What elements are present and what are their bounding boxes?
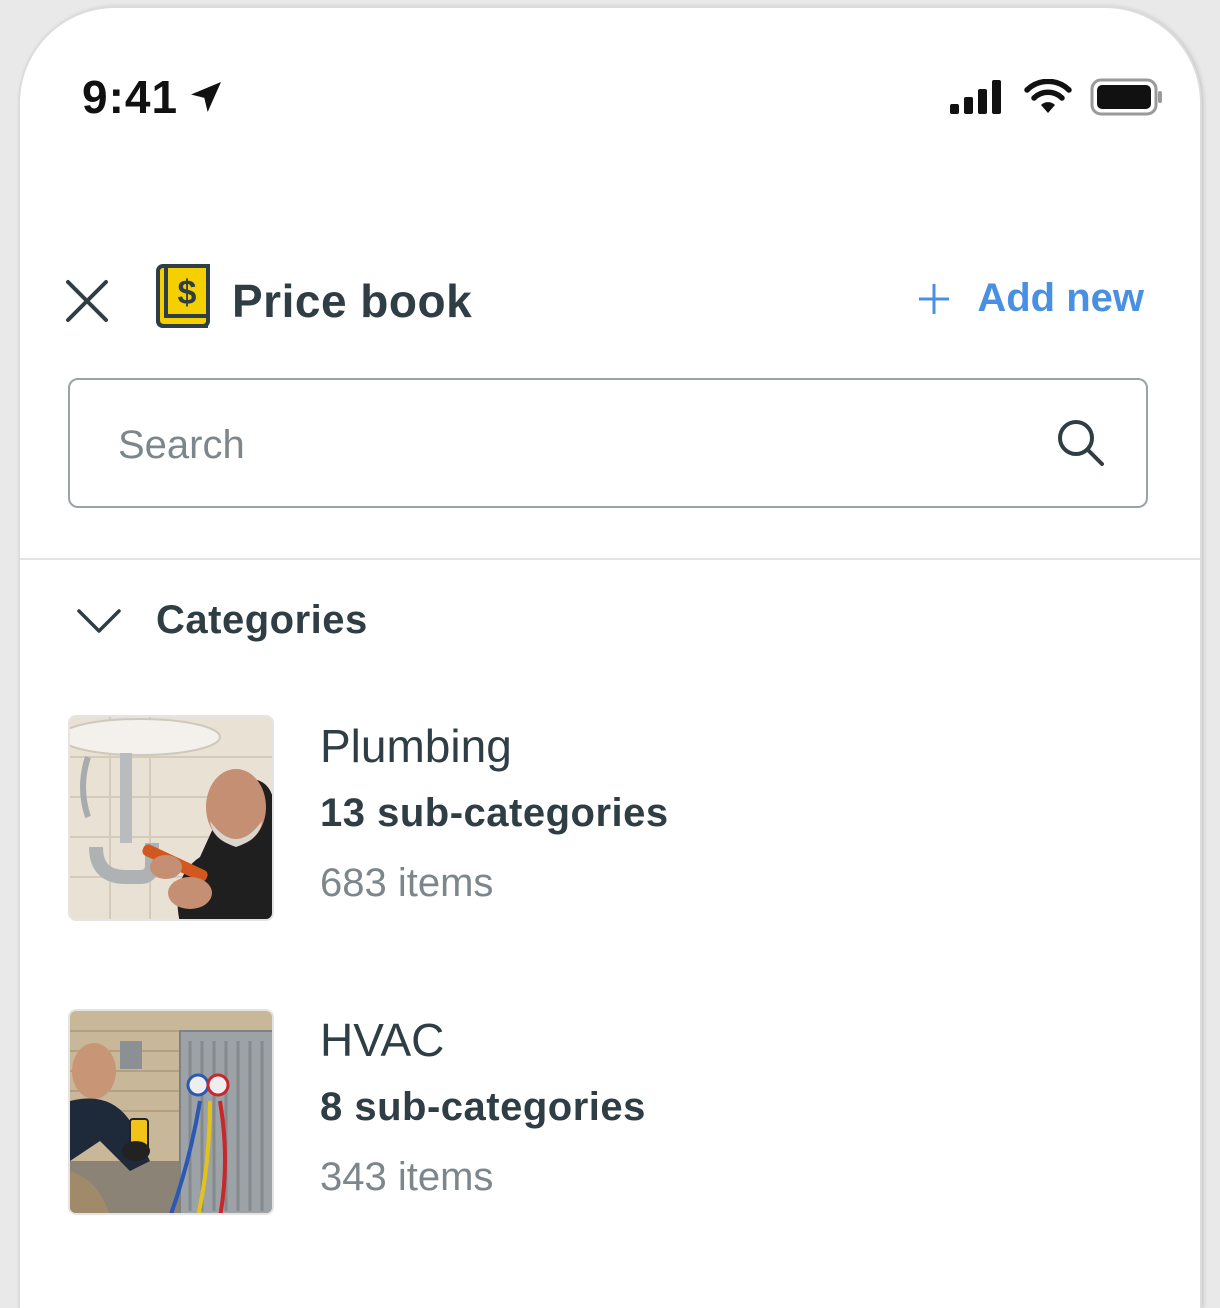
header-bar: $ Price book Add new [20,258,1200,348]
price-book-icon: $ [156,264,210,328]
category-name: HVAC [320,1014,445,1066]
category-item-count: 343 items [320,1155,494,1199]
battery-icon [1090,78,1162,116]
search-box [68,378,1148,508]
categories-label: Categories [156,598,368,642]
chevron-down-icon [77,608,121,633]
plus-icon [919,283,950,314]
category-subcategories: 13 sub-categories [320,791,669,835]
close-button[interactable] [64,278,110,324]
phone-screen: 9:41 $ Price book Add new Search Categor… [20,8,1200,1308]
status-icons [950,78,1164,116]
divider [20,558,1200,560]
category-item-count: 683 items [320,861,494,905]
add-new-label: Add new [977,276,1144,320]
cellular-signal-icon [950,80,1001,114]
status-time: 9:41 [82,70,226,124]
svg-text:$: $ [178,274,197,312]
category-item-hvac[interactable]: HVAC 8 sub-categories 343 items [68,1009,1148,1215]
page-title: Price book [232,275,473,327]
location-arrow-icon [191,82,222,112]
close-icon [66,280,108,322]
category-subcategories: 8 sub-categories [320,1085,646,1129]
categories-toggle[interactable]: Categories [76,598,368,643]
search-icon[interactable] [1056,418,1106,468]
wifi-icon [1024,79,1072,113]
search-input[interactable] [116,416,1020,474]
plumber-photo [68,715,274,921]
hvac-technician-photo [68,1009,274,1215]
category-item-plumbing[interactable]: Plumbing 13 sub-categories 683 items [68,715,1148,921]
status-time-text: 9:41 [82,71,179,123]
category-name: Plumbing [320,720,512,772]
add-new-button[interactable]: Add new [917,276,1144,321]
